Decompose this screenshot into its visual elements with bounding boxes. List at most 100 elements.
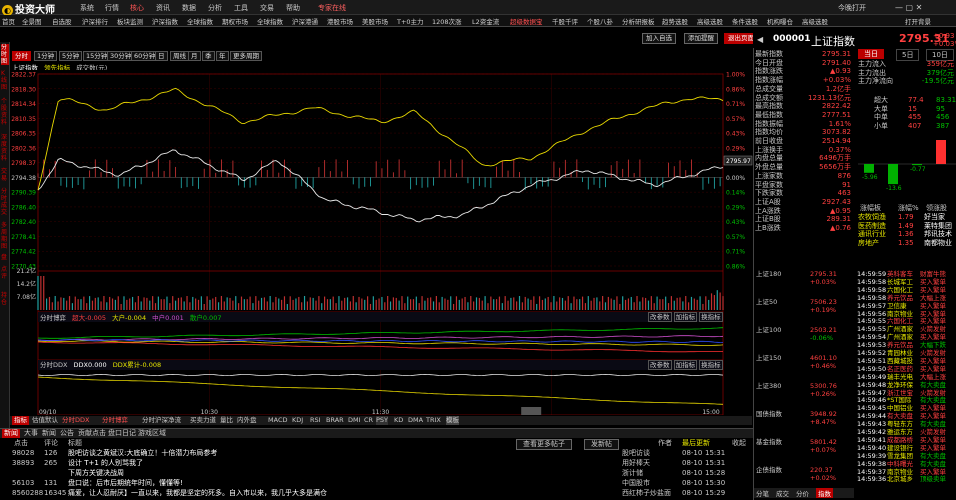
index-row[interactable]: 国债指数 3948.92 (754, 410, 956, 418)
nav-l2-flow[interactable]: L2资金流 (472, 16, 499, 26)
collapse-button[interactable]: 收起 (732, 439, 746, 448)
flow1-add-button[interactable]: 加指标 (673, 312, 698, 322)
nav-us[interactable]: 美股市场 (362, 16, 388, 26)
tick-row[interactable]: 14:59:42 雅运东方 火箭发射 (754, 428, 956, 436)
nav-t0[interactable]: T+0主力 (397, 16, 424, 26)
period-year[interactable]: 年 (216, 51, 229, 61)
nav-trend[interactable]: 趋势选股 (662, 16, 688, 26)
news-title[interactable]: 痛爱，让人忍耐厌】一直以来，我都是坚定的死多。自入市以来，我几乎大多是满仓 (68, 489, 327, 498)
col-updated[interactable]: 最后更新 (682, 439, 710, 448)
news-row[interactable]: 下周方关键决战周 浙计储 08-10 15:28 (0, 469, 753, 478)
period-week[interactable]: 周线 (170, 51, 189, 61)
itab-power[interactable]: 买卖力道 (190, 416, 216, 425)
flow2-add-button[interactable]: 加指标 (673, 360, 698, 370)
flow-tab-today[interactable]: 当日 (858, 49, 884, 59)
tick-row[interactable]: 14:59:49 瑞丰光电 大幅上涨 (754, 373, 956, 381)
window-controls[interactable]: — ▢ ✕ (895, 3, 922, 12)
news-row[interactable]: 56103 131 盘口说：后市后期统年时间，懂懂等! 中国股市 08-10 15:30 (0, 479, 753, 488)
sector-row[interactable]: 通讯行业 1.36 邦讯技术 (858, 230, 956, 238)
period-1m[interactable]: 1分钟 (34, 51, 58, 61)
news-title[interactable]: 下周方关键决战周 (68, 469, 124, 478)
itab-ddx[interactable]: 分时DDX (62, 416, 89, 425)
nav-sh-sz-index[interactable]: 沪深指数 (152, 16, 178, 26)
sector-row[interactable]: 医药制造 1.49 莱特集团 (858, 222, 956, 230)
btab-contrib[interactable]: 贡献点击 (78, 429, 106, 438)
news-row[interactable]: 38893 265 设计 T+1 的人别骂我了 用好棒天 08-10 15:31 (0, 459, 753, 468)
left-tab-profile[interactable]: 个股资料 (1, 98, 9, 126)
index-row[interactable]: 企债指数 220.37 (754, 466, 956, 474)
tick-row[interactable]: 14:59:58 六国化工 买入繁单 (754, 286, 956, 294)
nav-limit-up[interactable]: 1208次涨 (432, 16, 462, 26)
menu-news[interactable]: 资讯 (156, 3, 170, 13)
menu-help[interactable]: 帮助 (286, 3, 300, 13)
btab-notice[interactable]: 公告 (60, 429, 74, 438)
left-tab-kline[interactable]: K线图 (1, 70, 9, 91)
left-tab-multi[interactable]: 多周期图 (1, 222, 9, 250)
left-tab-hold[interactable]: 持仓 (1, 292, 9, 306)
left-tab-deep[interactable]: 深度资料 (1, 134, 9, 162)
nav-condition[interactable]: 条件选股 (732, 16, 758, 26)
left-tab-tick[interactable]: 分时成交 (1, 188, 9, 216)
menu-system[interactable]: 系统 (80, 3, 94, 13)
left-tab-pan[interactable]: 盘 (1, 254, 9, 261)
itab-trix[interactable]: TRIX (426, 416, 441, 425)
nav-panorama[interactable]: 全景图 (22, 16, 42, 26)
itab-netflow[interactable]: 分时沪深净流 (142, 416, 181, 425)
rbtab-deal[interactable]: 成交 (776, 488, 789, 498)
itab-kd[interactable]: KD (394, 416, 403, 425)
nav-sector-monitor[interactable]: 板块监测 (117, 16, 143, 26)
left-tab-trade[interactable]: 交易 (1, 168, 9, 182)
itab-default[interactable]: 估值默认 (32, 416, 58, 425)
btab-game[interactable]: 游戏区域 (138, 429, 166, 438)
itab-cr[interactable]: CR (364, 416, 373, 425)
itab-indicator[interactable]: 指标 (12, 416, 29, 425)
news-title[interactable]: 股吧访谈之黄斌汉:大底确立！十倍潜力布局参考 (68, 449, 217, 458)
btab-diary[interactable]: 盘口日记 (108, 429, 136, 438)
index-row[interactable]: 上证150 4601.10 (754, 354, 956, 362)
period-quarter[interactable]: 季 (202, 51, 215, 61)
left-tab-review[interactable]: 点评 (1, 266, 9, 280)
nav-research[interactable]: 分析研报板 (622, 16, 655, 26)
prev-arrow-icon[interactable]: ◀ (757, 35, 763, 44)
nav-hk[interactable]: 港股市场 (327, 16, 353, 26)
itab-dma[interactable]: DMA (408, 416, 423, 425)
itab-kdj[interactable]: KDJ (292, 416, 303, 425)
news-row[interactable]: 8560288 16345 痛爱，让人忍耐厌】一直以来，我都是坚定的死多。自入市以来… (0, 489, 753, 498)
nav-global-index-2[interactable]: 全球指数 (257, 16, 283, 26)
index-row[interactable]: 上证50 7506.23 (754, 298, 956, 306)
index-row[interactable]: 上证380 5300.76 (754, 382, 956, 390)
index-row[interactable]: 基金指数 5801.42 (754, 438, 956, 446)
nav-sh-sz-rank[interactable]: 沪深排行 (82, 16, 108, 26)
itab-brar[interactable]: BRAR (326, 416, 344, 425)
itab-inout[interactable]: 内外盘 (237, 416, 257, 425)
itab-rsi[interactable]: RSI (310, 416, 321, 425)
itab-dmi[interactable]: DMI (348, 416, 361, 425)
itab-macd[interactable]: MACD (268, 416, 287, 425)
index-row[interactable]: 上证180 2795.31 (754, 270, 956, 278)
nav-super-data[interactable]: 超级数据宝 (510, 16, 543, 26)
itab-volratio[interactable]: 量比 (220, 416, 233, 425)
itab-game[interactable]: 分时博弈 (102, 416, 128, 425)
period-5m[interactable]: 5分钟 (59, 51, 83, 61)
nav-home[interactable]: 首页 (2, 16, 15, 26)
nav-global-index[interactable]: 全球指数 (187, 16, 213, 26)
itab-psy[interactable]: PSY (376, 416, 389, 425)
tick-row[interactable]: 14:59:53 养元饮品 大幅下跌 (754, 341, 956, 349)
menu-core[interactable]: 核心 (130, 3, 144, 13)
nav-gossip[interactable]: 个股八卦 (587, 16, 613, 26)
flow1-swap-button[interactable]: 换指标 (699, 312, 723, 322)
itab-template[interactable]: 模板 (446, 416, 459, 425)
add-watchlist-button[interactable]: 加入自选 (642, 33, 676, 44)
nav-watchlist[interactable]: 自选股 (52, 16, 72, 26)
rbtab-tick[interactable]: 分笔 (756, 488, 769, 498)
add-alert-button[interactable]: 添加提醒 (684, 33, 718, 44)
flow1-param-button[interactable]: 改参数 (648, 312, 672, 322)
period-month[interactable]: 月 (188, 51, 201, 61)
nav-institution[interactable]: 机构曝仓 (767, 16, 793, 26)
period-intraday[interactable]: 分时 (12, 51, 31, 61)
flow2-swap-button[interactable]: 换指标 (699, 360, 723, 370)
news-row[interactable]: 98028 126 股吧访谈之黄斌汉:大底确立！十倍潜力布局参考 股吧访谈 08-10 1… (0, 449, 753, 458)
menu-quote[interactable]: 行情 (105, 3, 119, 13)
nav-advanced[interactable]: 高级选股 (697, 16, 723, 26)
menu-trade[interactable]: 交易 (260, 3, 274, 13)
